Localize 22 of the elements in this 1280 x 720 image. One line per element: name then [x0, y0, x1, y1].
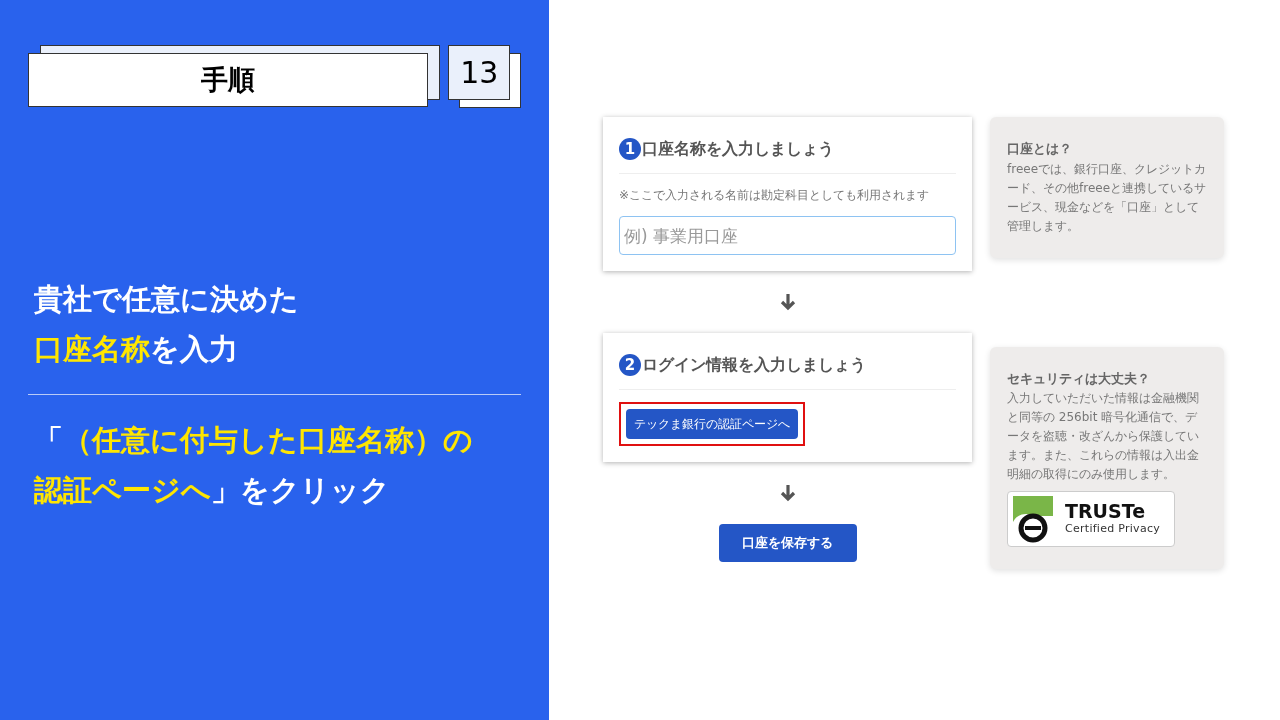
headline-text: 貴社で任意に決めた	[34, 281, 300, 318]
step-number: 2	[619, 354, 641, 376]
step-number-text: 13	[460, 54, 499, 92]
badge-caption: Certified Privacy	[1065, 520, 1161, 537]
step-title: ログイン情報を入力しましょう	[642, 354, 866, 376]
down-arrow-icon	[779, 484, 796, 502]
bank-auth-button[interactable]: テックま銀行の認証ページへ	[626, 409, 798, 439]
step-title: 口座名称を入力しましょう	[642, 138, 834, 160]
instruction-text: 「（任意に付与した口座名称）の	[34, 422, 474, 459]
tip-text: 入力していただいた情報は金融機関と同等の 256bit 暗号化通信で、データを盗聴・改ざんから保護しています。また、これらの情報は入出金明細の取得にのみ使用します。	[1007, 390, 1200, 483]
title-text: 手順	[201, 62, 255, 97]
account-name-field[interactable]: 例) 事業用口座	[619, 216, 956, 255]
headline-text: 口座名称を入力	[34, 331, 239, 368]
step-number: 1	[619, 138, 641, 160]
tip-title: 口座とは？	[1007, 140, 1073, 158]
down-arrow-icon	[779, 293, 796, 311]
tip-text: freeeでは、銀行口座、クレジットカード、その他freeeと連携しているサービス、現金などを「口座」として管理します。	[1007, 160, 1207, 235]
note-text: ※ここで入力される名前は勘定科目としても利用されます	[619, 187, 931, 204]
save-account-button[interactable]: 口座を保存する	[718, 524, 857, 562]
instruction-text: 認証ページへ」をクリック	[34, 472, 391, 509]
tip-title: セキュリティは大丈夫？	[1007, 369, 1151, 388]
badge-name: TRUSTe	[1065, 500, 1147, 521]
